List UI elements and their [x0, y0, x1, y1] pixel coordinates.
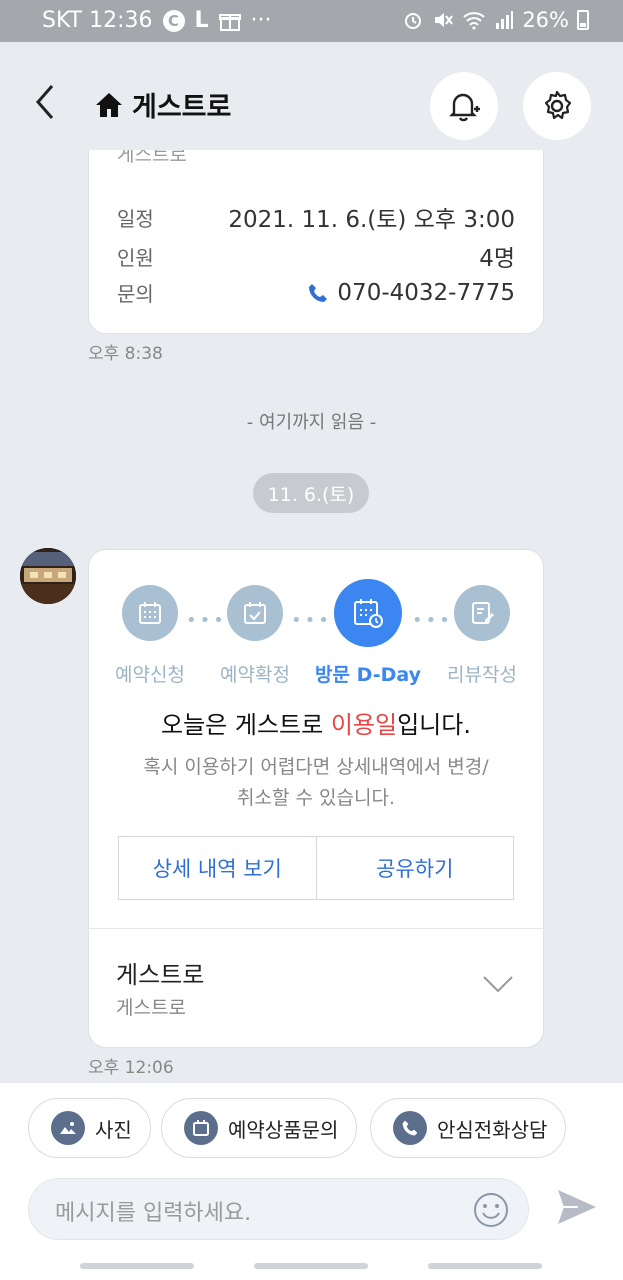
- step-dday: [334, 579, 402, 647]
- page-title: 게스트로: [132, 92, 232, 123]
- phone-icon: [393, 1111, 427, 1145]
- step-label-review: 리뷰작성: [447, 664, 517, 686]
- calendar-clock-icon: [354, 599, 383, 628]
- photo-icon: [51, 1111, 85, 1145]
- schedule-label: 일정: [117, 206, 154, 231]
- gear-icon: [544, 90, 572, 120]
- card-action-buttons: 상세 내역 보기 공유하기: [118, 836, 514, 900]
- booking-info-card: 게스트로 일정 2021. 11. 6.(토) 오후 3:00 인원 4명 문의…: [88, 150, 544, 334]
- safe-call-button[interactable]: 안심전화상담: [370, 1098, 567, 1158]
- chevron-down-icon[interactable]: [482, 974, 514, 994]
- message-input[interactable]: 메시지를 입력하세요.: [28, 1178, 529, 1240]
- emoji-icon[interactable]: [472, 1191, 510, 1229]
- safe-call-label: 안심전화상담: [437, 1117, 548, 1142]
- headline-highlight: 이용일: [330, 711, 398, 739]
- step-label-request: 예약신청: [115, 664, 185, 686]
- more-notifications-icon: ···: [250, 8, 272, 33]
- status-description: 혹시 이용하기 어렵다면 상세내역에서 변경/ 취소할 수 있습니다.: [110, 752, 522, 814]
- schedule-value: 2021. 11. 6.(토) 오후 3:00: [228, 207, 515, 233]
- step-review: [454, 585, 510, 641]
- signal-icon: [496, 11, 514, 29]
- alarm-icon: [405, 13, 422, 29]
- people-value: 4명: [479, 246, 515, 272]
- nav-hint: [428, 1263, 542, 1269]
- c-badge-icon: C: [162, 9, 185, 32]
- inquiry-row: 문의 070-4032-7775: [117, 278, 515, 307]
- status-bar: SKT 12:36 C L ··· 26%: [0, 0, 623, 42]
- step-connector: •••: [412, 610, 453, 631]
- phone-icon: [309, 283, 328, 302]
- status-headline: 오늘은 게스트로 이용일입니다.: [88, 705, 544, 740]
- step-connector: •••: [291, 610, 332, 631]
- avatar[interactable]: [20, 548, 76, 604]
- message-time: 오후 12:06: [88, 1058, 174, 1078]
- composer-area: 사진 예약상품문의 안심전화상담 메시지를 입력하세요.: [0, 1082, 623, 1280]
- message-time: 오후 8:38: [88, 344, 163, 364]
- review-edit-icon: [472, 602, 494, 624]
- settings-button[interactable]: [523, 72, 591, 140]
- headline-post: 입니다.: [397, 711, 471, 739]
- message-placeholder: 메시지를 입력하세요.: [55, 1201, 252, 1226]
- wifi-icon: [463, 12, 485, 30]
- store-photo-icon: [20, 548, 76, 604]
- card-peek-text: 게스트로: [117, 150, 187, 166]
- step-label-dday: 방문 D-Day: [315, 664, 421, 686]
- step-label-confirm: 예약확정: [220, 664, 290, 686]
- inquiry-label: 문의: [117, 282, 154, 306]
- product-inquiry-button[interactable]: 예약상품문의: [161, 1098, 358, 1158]
- calendar-check-icon: [244, 602, 266, 624]
- step-connector: •••: [186, 610, 227, 631]
- bell-plus-icon: [449, 93, 480, 122]
- notification-add-button[interactable]: [430, 72, 498, 140]
- shop-subtitle: 게스트로: [116, 997, 186, 1019]
- inquiry-phone-link[interactable]: 070-4032-7775: [307, 280, 515, 306]
- photo-button-label: 사진: [95, 1117, 132, 1142]
- l-badge-icon: L: [194, 8, 209, 33]
- description-line-1: 혹시 이용하기 어렵다면 상세내역에서 변경/: [143, 756, 489, 778]
- headline-pre: 오늘은 게스트로: [161, 711, 331, 739]
- send-icon[interactable]: [556, 1186, 598, 1228]
- inquiry-phone-number: 070-4032-7775: [337, 279, 515, 306]
- home-icon: [96, 92, 122, 117]
- gift-icon: [218, 13, 241, 31]
- mute-icon: [435, 13, 454, 27]
- nav-hint: [254, 1263, 368, 1269]
- view-details-button[interactable]: 상세 내역 보기: [119, 837, 316, 899]
- card-divider: [88, 928, 544, 929]
- step-confirm: [227, 585, 283, 641]
- calendar-icon: [184, 1111, 218, 1145]
- step-request: [122, 585, 178, 641]
- date-divider: 11. 6.(토): [253, 473, 369, 513]
- schedule-row: 일정 2021. 11. 6.(토) 오후 3:00: [117, 200, 515, 234]
- photo-button[interactable]: 사진: [28, 1098, 151, 1158]
- nav-hint: [80, 1263, 194, 1269]
- chat-header: 게스트로: [0, 42, 623, 164]
- battery-icon: [577, 10, 589, 30]
- carrier-time: SKT 12:36: [42, 8, 153, 33]
- read-marker: - 여기까지 읽음 -: [246, 412, 377, 433]
- description-line-2: 취소할 수 있습니다.: [237, 787, 395, 809]
- calendar-icon: [139, 602, 161, 624]
- people-label: 인원: [117, 245, 154, 270]
- chat-title: 게스트로: [94, 85, 231, 124]
- product-inquiry-label: 예약상품문의: [228, 1117, 339, 1142]
- battery-percent: 26%: [522, 8, 569, 32]
- people-row: 인원 4명: [117, 239, 515, 273]
- back-arrow-icon[interactable]: [30, 82, 60, 122]
- share-button[interactable]: 공유하기: [315, 837, 514, 899]
- shop-name[interactable]: 게스트로: [116, 955, 204, 990]
